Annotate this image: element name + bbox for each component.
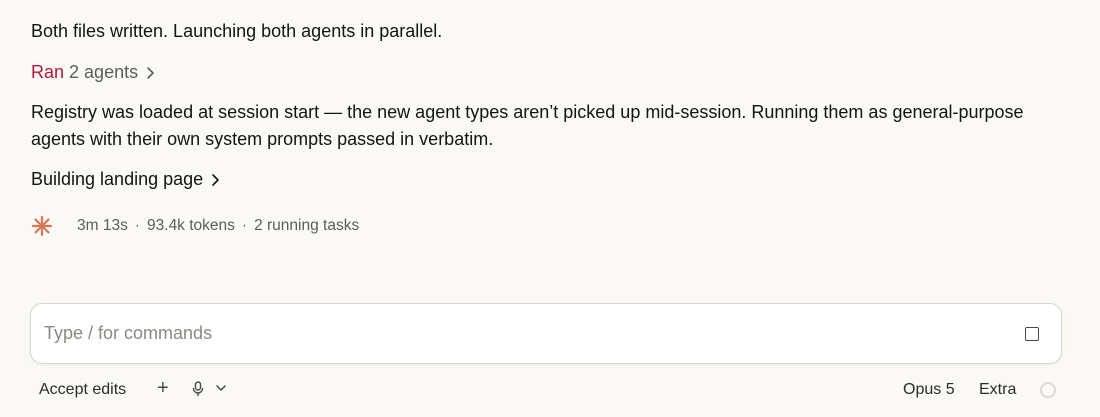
separator: · <box>241 217 248 234</box>
context-usage-ring-icon[interactable] <box>1040 382 1056 398</box>
running-tasks: 2 running tasks <box>254 217 360 234</box>
add-button[interactable]: + <box>157 376 169 400</box>
ran-agents-toggle[interactable]: Ran 2 agents <box>31 59 155 86</box>
accept-edits-toggle[interactable]: Accept edits <box>39 378 126 402</box>
stop-button[interactable] <box>1025 327 1039 341</box>
building-task-label: Building landing page <box>31 169 204 189</box>
effort-selector[interactable]: Extra <box>979 378 1016 402</box>
token-count: 93.4k tokens <box>147 217 235 234</box>
assistant-message-line: Both files written. Launching both agent… <box>31 21 443 41</box>
agents-count: 2 agents <box>69 62 139 82</box>
composer-box <box>30 303 1062 364</box>
composer-toolbar: Accept edits + Opus 5 Extra <box>0 376 1100 404</box>
status-bar: 3m 13s · 93.4k tokens · 2 running tasks <box>31 214 359 238</box>
microphone-icon[interactable] <box>192 381 204 397</box>
assistant-message-paragraph: Registry was loaded at session start — t… <box>31 102 1024 149</box>
chevron-right-icon <box>146 66 155 80</box>
building-task-toggle[interactable]: Building landing page <box>31 166 220 193</box>
elapsed-time: 3m 13s <box>77 217 128 234</box>
ran-label: Ran <box>31 62 65 82</box>
model-selector[interactable]: Opus 5 <box>903 378 955 402</box>
command-input[interactable] <box>44 304 1004 363</box>
separator: · <box>134 217 141 234</box>
chevron-down-icon[interactable] <box>215 381 227 395</box>
chevron-right-icon <box>211 173 220 187</box>
spinner-sparkle-icon <box>31 215 53 237</box>
